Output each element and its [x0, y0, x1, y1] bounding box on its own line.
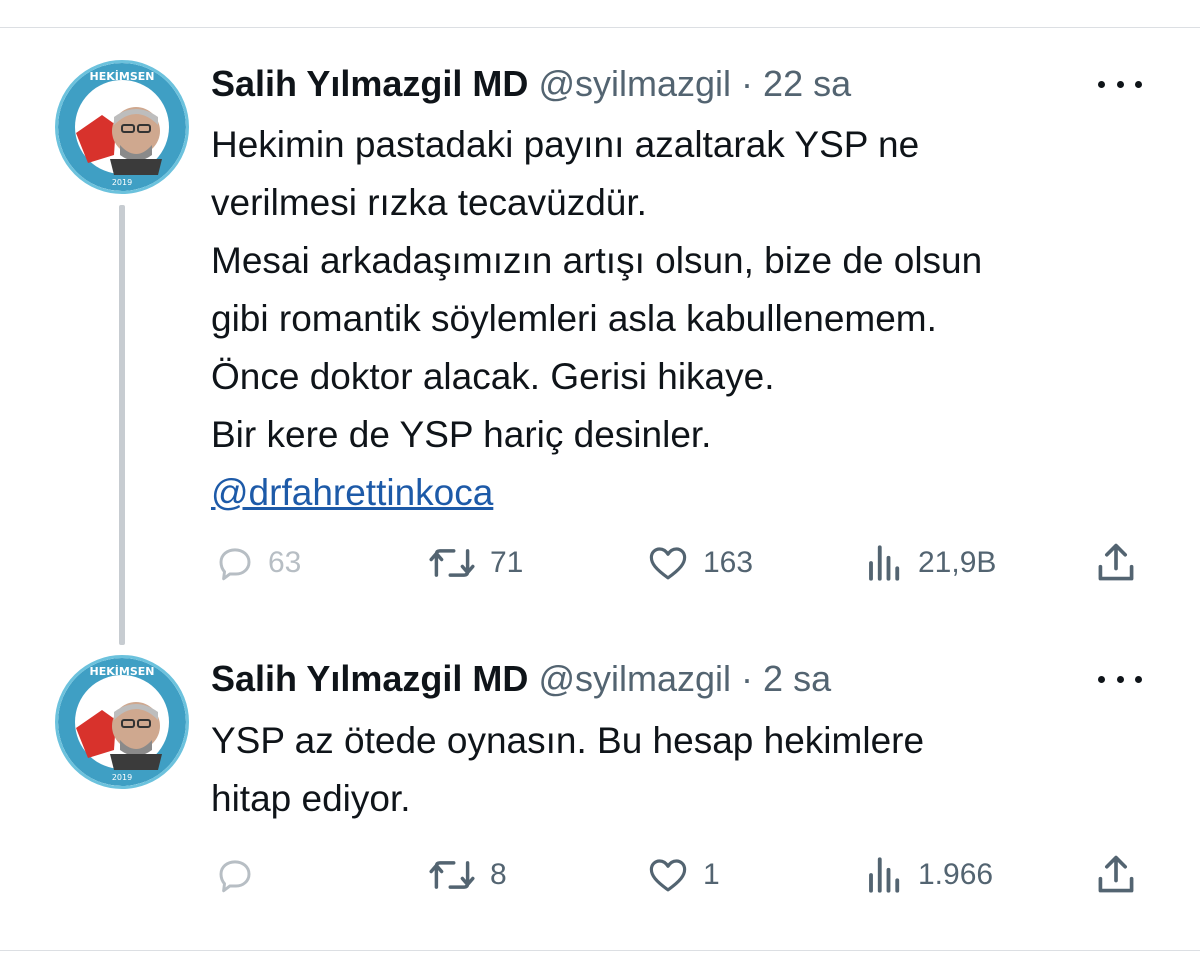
author-name[interactable]: Salih Yılmazgil MD	[211, 658, 528, 699]
retweet-button[interactable]: 71	[426, 538, 523, 588]
tweet-line: verilmesi rızka tecavüzdür.	[211, 182, 647, 223]
like-count: 163	[703, 546, 754, 579]
author-handle[interactable]: @syilmazgil	[538, 63, 731, 104]
like-icon	[649, 547, 687, 580]
avatar-badge-year: 2019	[112, 773, 132, 782]
tweet-text: YSP az ötede oynasın. Bu hesap hekimlere…	[211, 712, 1171, 828]
mention-link[interactable]: @drfahrettinkoca	[211, 472, 493, 513]
timestamp[interactable]: 22 sa	[763, 63, 851, 104]
share-button[interactable]	[1094, 850, 1150, 900]
like-button[interactable]: 1	[645, 850, 720, 900]
share-button[interactable]	[1094, 538, 1150, 588]
reply-button[interactable]	[214, 850, 268, 900]
views-count: 1.966	[918, 858, 994, 891]
views-button[interactable]: 1.966	[864, 850, 993, 900]
views-count: 21,9B	[918, 546, 997, 579]
tweet-header: Salih Yılmazgil MD @syilmazgil · 2 sa	[211, 657, 831, 701]
tweet-line: Bir kere de YSP hariç desinler.	[211, 414, 712, 455]
action-bar: 8 1 1.966	[0, 850, 1200, 900]
separator-dot: ·	[741, 63, 754, 104]
like-button[interactable]: 163	[645, 538, 753, 588]
tweet-header: Salih Yılmazgil MD @syilmazgil · 22 sa	[211, 62, 851, 106]
reply-count: 63	[268, 546, 302, 579]
tweet-line: Önce doktor alacak. Gerisi hikaye.	[211, 356, 775, 397]
tweet-text: Hekimin pastadaki payını azaltarak YSP n…	[211, 116, 1171, 522]
retweet-icon	[429, 861, 475, 889]
like-icon	[649, 859, 687, 892]
avatar-badge-year: 2019	[112, 178, 132, 187]
tweet-line: hitap ediyor.	[211, 778, 411, 819]
share-icon	[1098, 855, 1134, 893]
avatar[interactable]: HEKİMSEN 2019	[55, 60, 189, 194]
views-icon	[869, 857, 900, 893]
separator-dot: ·	[741, 658, 754, 699]
author-handle[interactable]: @syilmazgil	[538, 658, 731, 699]
more-icon[interactable]	[1098, 74, 1142, 94]
avatar-badge-text: HEKİMSEN	[90, 69, 155, 83]
reply-icon	[219, 860, 251, 893]
retweet-count: 71	[490, 546, 524, 579]
retweet-button[interactable]: 8	[426, 850, 507, 900]
bottom-divider	[0, 950, 1200, 951]
retweet-icon	[429, 549, 475, 577]
tweet-line: gibi romantik söylemleri asla kabullenem…	[211, 298, 937, 339]
tweet-line: Hekimin pastadaki payını azaltarak YSP n…	[211, 124, 920, 165]
avatar-image: HEKİMSEN 2019	[58, 63, 186, 191]
author-name[interactable]: Salih Yılmazgil MD	[211, 63, 528, 104]
views-icon	[869, 545, 900, 581]
avatar-badge-text: HEKİMSEN	[90, 664, 155, 678]
more-icon[interactable]	[1098, 669, 1142, 689]
avatar-image: HEKİMSEN 2019	[58, 658, 186, 786]
top-divider	[0, 27, 1200, 28]
action-bar: 63 71 163 21,9B	[0, 538, 1200, 588]
reply-icon	[219, 548, 251, 581]
like-count: 1	[703, 858, 720, 891]
tweet-line: YSP az ötede oynasın. Bu hesap hekimlere	[211, 720, 925, 761]
views-button[interactable]: 21,9B	[864, 538, 996, 588]
timestamp[interactable]: 2 sa	[763, 658, 831, 699]
tweet-line: Mesai arkadaşımızın artışı olsun, bize d…	[211, 240, 983, 281]
retweet-count: 8	[490, 858, 507, 891]
reply-button[interactable]: 63	[214, 538, 301, 588]
avatar[interactable]: HEKİMSEN 2019	[55, 655, 189, 789]
share-icon	[1098, 543, 1134, 581]
